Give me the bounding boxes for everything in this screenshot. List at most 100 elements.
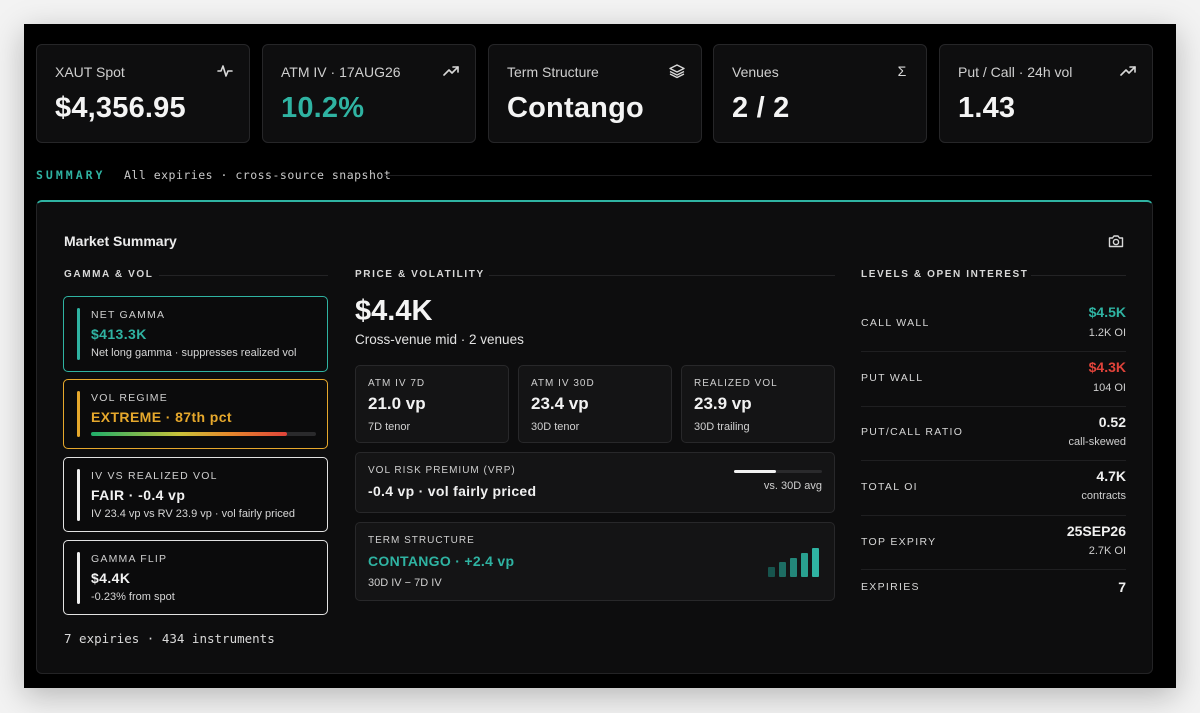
trending-up-icon xyxy=(443,63,459,79)
divider xyxy=(861,569,1126,570)
vol-regime-card: VOL REGIME EXTREME · 87th pct xyxy=(63,379,328,449)
vrp-card: VOL RISK PREMIUM (VRP) -0.4 vp · vol fai… xyxy=(355,452,835,513)
sigma-icon: Σ xyxy=(897,63,907,79)
level-value: 25SEP26 xyxy=(1066,523,1126,539)
card-label: VOL RISK PREMIUM (VRP) xyxy=(368,465,516,476)
level-key: EXPIRIES xyxy=(861,581,920,593)
card-value: $413.3K xyxy=(91,326,147,342)
divider xyxy=(861,515,1126,516)
level-value: $4.5K xyxy=(1088,304,1126,320)
level-key: TOTAL OI xyxy=(861,481,918,493)
cross-venue-price: $4.4K xyxy=(355,295,433,327)
kpi-label: Put / Call · 24h vol xyxy=(958,64,1073,80)
kpi-card-venues: Venues Σ 2 / 2 xyxy=(713,44,927,143)
card-label: VOL REGIME xyxy=(91,392,168,404)
card-subtext: 30D tenor xyxy=(531,421,580,433)
level-key: CALL WALL xyxy=(861,317,930,329)
spark-bar xyxy=(779,562,786,577)
kpi-label: Term Structure xyxy=(507,64,599,80)
kpi-card-atm-iv: ATM IV · 17AUG26 10.2% xyxy=(262,44,476,143)
card-label: GAMMA FLIP xyxy=(91,553,168,565)
summary-description: All expiries · cross-source snapshot xyxy=(124,168,392,182)
card-value: CONTANGO · +2.4 vp xyxy=(368,553,515,569)
dashboard-screen: XAUT Spot $4,356.95 ATM IV · 17AUG26 10.… xyxy=(24,24,1176,688)
level-subtext: call-skewed xyxy=(1068,436,1126,448)
card-value: $4.4K xyxy=(91,570,131,586)
kpi-card-put-call: Put / Call · 24h vol 1.43 xyxy=(939,44,1153,143)
divider xyxy=(861,351,1126,352)
level-subtext: contracts xyxy=(1081,490,1126,502)
term-structure-card: TERM STRUCTURE CONTANGO · +2.4 vp 30D IV… xyxy=(355,522,835,601)
kpi-value: 1.43 xyxy=(958,92,1016,124)
card-value: -0.4 vp · vol fairly priced xyxy=(368,483,537,499)
spark-bar xyxy=(790,558,797,577)
atm-iv-30d-card: ATM IV 30D 23.4 vp 30D tenor xyxy=(518,365,672,443)
card-value: 23.9 vp xyxy=(694,394,752,413)
section-heading-price-vol: PRICE & VOLATILITY xyxy=(355,269,485,280)
pulse-icon xyxy=(217,63,233,79)
level-row-expiries: EXPIRIES 7 xyxy=(861,579,1126,599)
kpi-value: $4,356.95 xyxy=(55,92,186,124)
card-value: FAIR · -0.4 vp xyxy=(91,487,186,503)
kpi-label: Venues xyxy=(732,64,779,80)
vol-percentile-fill xyxy=(91,432,287,436)
cross-venue-subtext: Cross-venue mid · 2 venues xyxy=(355,332,524,347)
atm-iv-7d-card: ATM IV 7D 21.0 vp 7D tenor xyxy=(355,365,509,443)
spark-bar xyxy=(812,548,819,577)
divider xyxy=(861,460,1126,461)
card-subtext: IV 23.4 vp vs RV 23.9 vp · vol fairly pr… xyxy=(91,508,295,520)
level-value: $4.3K xyxy=(1088,359,1126,375)
panel-title: Market Summary xyxy=(64,233,177,249)
iv-vs-realized-card: IV VS REALIZED VOL FAIR · -0.4 vp IV 23.… xyxy=(63,457,328,532)
level-subtext: 2.7K OI xyxy=(1088,545,1126,557)
vrp-level-fill xyxy=(734,470,777,473)
level-row-call-wall: CALL WALL $4.5K 1.2K OI xyxy=(861,304,1126,344)
card-value: 23.4 vp xyxy=(531,394,589,413)
term-structure-sparkbars xyxy=(768,547,822,577)
net-gamma-card: NET GAMMA $413.3K Net long gamma · suppr… xyxy=(63,296,328,372)
accent-bar xyxy=(77,552,80,604)
level-value: 0.52 xyxy=(1098,414,1126,430)
kpi-label: ATM IV · 17AUG26 xyxy=(281,64,401,80)
gamma-flip-card: GAMMA FLIP $4.4K -0.23% from spot xyxy=(63,540,328,615)
card-label: ATM IV 30D xyxy=(531,378,595,389)
spark-bar xyxy=(768,567,775,577)
vrp-note: vs. 30D avg xyxy=(763,480,822,492)
card-value: EXTREME · 87th pct xyxy=(91,409,232,425)
level-row-put-call-ratio: PUT/CALL RATIO 0.52 call-skewed xyxy=(861,414,1126,454)
divider xyxy=(861,406,1126,407)
level-subtext: 1.2K OI xyxy=(1088,327,1126,339)
card-label: ATM IV 7D xyxy=(368,378,426,389)
level-row-total-oi: TOTAL OI 4.7K contracts xyxy=(861,468,1126,508)
level-row-top-expiry: TOP EXPIRY 25SEP26 2.7K OI xyxy=(861,523,1126,563)
kpi-value: 10.2% xyxy=(281,92,365,124)
layers-icon xyxy=(669,63,685,79)
spark-bar xyxy=(801,553,808,577)
accent-bar xyxy=(77,308,80,360)
card-label: IV VS REALIZED VOL xyxy=(91,470,218,482)
kpi-card-spot: XAUT Spot $4,356.95 xyxy=(36,44,250,143)
camera-icon[interactable] xyxy=(1108,234,1124,248)
level-value: 4.7K xyxy=(1096,468,1126,484)
card-label: NET GAMMA xyxy=(91,309,166,321)
level-subtext: 104 OI xyxy=(1092,382,1126,394)
card-subtext: 30D IV − 7D IV xyxy=(368,577,442,589)
market-summary-panel: Market Summary GAMMA & VOL NET GAMMA $41… xyxy=(36,200,1153,674)
section-heading-levels: LEVELS & OPEN INTEREST xyxy=(861,269,1029,280)
section-heading-gamma-vol: GAMMA & VOL xyxy=(64,269,154,280)
card-value: 21.0 vp xyxy=(368,394,426,413)
accent-bar xyxy=(77,469,80,521)
kpi-value: 2 / 2 xyxy=(732,92,790,124)
vol-percentile-track xyxy=(91,432,316,436)
divider xyxy=(159,275,328,276)
level-key: PUT WALL xyxy=(861,372,924,384)
trending-up-icon xyxy=(1120,63,1136,79)
level-row-put-wall: PUT WALL $4.3K 104 OI xyxy=(861,359,1126,399)
level-key: PUT/CALL RATIO xyxy=(861,426,964,438)
expiry-instrument-count: 7 expiries · 434 instruments xyxy=(64,631,275,646)
card-subtext: -0.23% from spot xyxy=(91,591,175,603)
vrp-level-track xyxy=(734,470,822,473)
realized-vol-card: REALIZED VOL 23.9 vp 30D trailing xyxy=(681,365,835,443)
card-label: TERM STRUCTURE xyxy=(368,535,475,546)
summary-tag: SUMMARY xyxy=(36,168,106,182)
